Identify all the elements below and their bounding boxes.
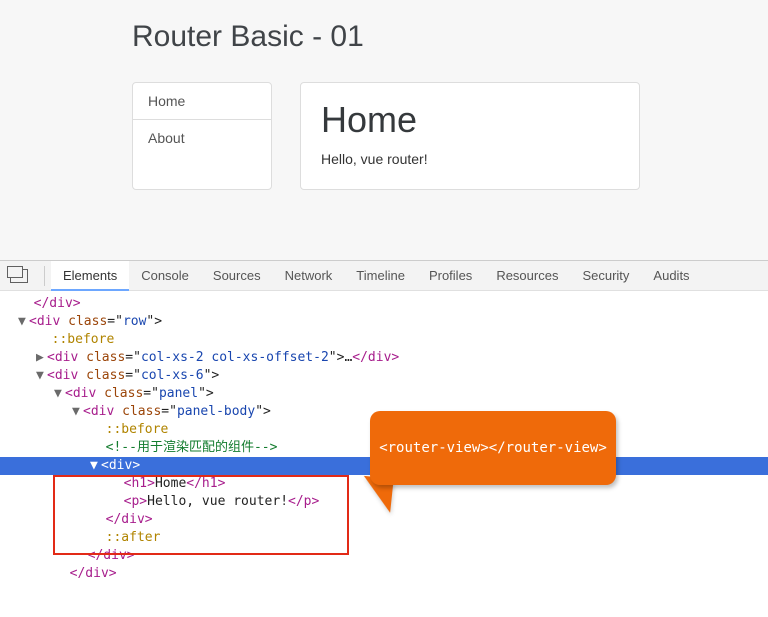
annotation-callout: <router-view></router-view> xyxy=(370,411,616,485)
devtools-toolbar: Elements Console Sources Network Timelin… xyxy=(0,261,768,291)
tab-resources[interactable]: Resources xyxy=(484,261,570,291)
tab-elements[interactable]: Elements xyxy=(51,261,129,291)
dom-line[interactable]: ::before xyxy=(0,331,768,349)
app-row: Home About Home Hello, vue router! xyxy=(0,82,768,190)
dom-line[interactable]: ▼<div class="panel"> xyxy=(0,385,768,403)
dom-line[interactable]: ▼<div class="col-xs-6"> xyxy=(0,367,768,385)
content-text: Hello, vue router! xyxy=(321,151,619,167)
nav-item-about[interactable]: About xyxy=(133,120,271,156)
dom-line[interactable]: </div> xyxy=(0,511,768,529)
callout-text: <router-view></router-view> xyxy=(379,439,607,457)
tab-network[interactable]: Network xyxy=(273,261,345,291)
dom-line[interactable]: ▼<div class="row"> xyxy=(0,313,768,331)
dock-side-icon[interactable] xyxy=(10,269,28,283)
dom-line[interactable]: ::after xyxy=(0,529,768,547)
devtools: Elements Console Sources Network Timelin… xyxy=(0,260,768,617)
app-preview: Router Basic - 01 Home About Home Hello,… xyxy=(0,0,768,260)
tab-console[interactable]: Console xyxy=(129,261,201,291)
nav-list: Home About xyxy=(132,82,272,190)
dom-line[interactable]: </div> xyxy=(0,547,768,565)
dom-line[interactable]: </div> xyxy=(0,295,768,313)
tab-audits[interactable]: Audits xyxy=(641,261,701,291)
dom-line[interactable]: ▶<div class="col-xs-2 col-xs-offset-2">…… xyxy=(0,349,768,367)
nav-item-home[interactable]: Home xyxy=(133,83,271,120)
content-panel: Home Hello, vue router! xyxy=(300,82,640,190)
tab-security[interactable]: Security xyxy=(570,261,641,291)
content-heading: Home xyxy=(321,99,619,141)
dom-line[interactable]: </div> xyxy=(0,565,768,583)
dom-tree[interactable]: </div> ▼<div class="row"> ::before ▶<div… xyxy=(0,291,768,583)
tab-timeline[interactable]: Timeline xyxy=(344,261,417,291)
tab-profiles[interactable]: Profiles xyxy=(417,261,484,291)
tab-sources[interactable]: Sources xyxy=(201,261,273,291)
page-title: Router Basic - 01 xyxy=(132,20,768,54)
toolbar-separator xyxy=(44,266,45,286)
